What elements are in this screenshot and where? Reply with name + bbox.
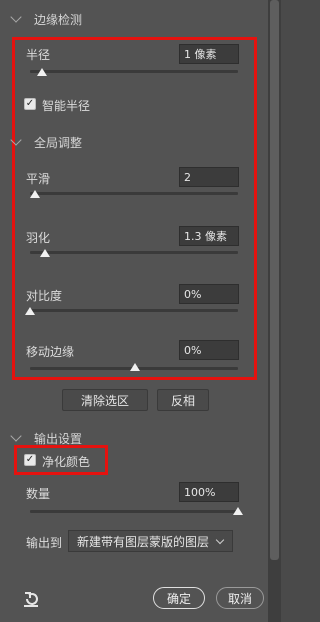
feather-slider-thumb[interactable] — [40, 249, 50, 257]
chevron-down-icon — [10, 134, 22, 146]
feather-slider-track[interactable] — [30, 251, 238, 254]
amount-input[interactable]: 100% — [179, 482, 239, 502]
output-to-label: 输出到 — [26, 536, 63, 550]
chevron-down-icon — [215, 535, 225, 544]
decontaminate-checkbox[interactable]: ✓ — [24, 454, 36, 466]
smooth-label: 平滑 — [26, 172, 51, 186]
smart-radius-label: 智能半径 — [42, 99, 91, 113]
section-title: 输出设置 — [34, 431, 83, 446]
shift-edge-slider-thumb[interactable] — [130, 363, 140, 371]
scrollbar-thumb[interactable] — [270, 0, 279, 560]
radius-input[interactable]: 1 像素 — [179, 44, 239, 64]
contrast-input[interactable]: 0% — [179, 284, 239, 304]
section-global-refine[interactable]: 全局调整 — [10, 133, 83, 151]
amount-slider-thumb[interactable] — [233, 507, 243, 515]
amount-label: 数量 — [26, 487, 51, 501]
smooth-input[interactable]: 2 — [179, 167, 239, 187]
section-title: 边缘检测 — [34, 12, 83, 27]
smart-radius-checkbox[interactable]: ✓ — [24, 98, 36, 110]
decontaminate-label: 净化颜色 — [42, 455, 91, 469]
invert-button[interactable]: 反相 — [157, 389, 209, 411]
reset-icon[interactable] — [22, 589, 42, 609]
output-to-value: 新建带有图层蒙版的图层 — [77, 534, 210, 549]
clear-selection-button[interactable]: 清除选区 — [62, 389, 148, 411]
feather-input[interactable]: 1.3 像素 — [179, 226, 239, 246]
chevron-down-icon — [10, 430, 22, 442]
highlight-box-adjustments — [12, 37, 257, 380]
contrast-slider-track[interactable] — [30, 309, 238, 312]
section-edge-detection[interactable]: 边缘检测 — [10, 10, 83, 28]
radius-label: 半径 — [26, 48, 51, 62]
smooth-slider-thumb[interactable] — [30, 190, 40, 198]
radius-slider-thumb[interactable] — [37, 68, 47, 76]
feather-label: 羽化 — [26, 231, 51, 245]
cancel-button[interactable]: 取消 — [216, 587, 264, 609]
shift-edge-label: 移动边缘 — [26, 345, 75, 359]
chevron-down-icon — [10, 11, 22, 23]
radius-slider-track[interactable] — [30, 70, 238, 73]
output-to-select[interactable]: 新建带有图层蒙版的图层 — [68, 530, 233, 552]
section-title: 全局调整 — [34, 135, 83, 150]
amount-slider-track[interactable] — [30, 510, 238, 513]
shift-edge-input[interactable]: 0% — [179, 340, 239, 360]
ok-button[interactable]: 确定 — [153, 587, 205, 609]
contrast-slider-thumb[interactable] — [25, 307, 35, 315]
smooth-slider-track[interactable] — [30, 192, 238, 195]
contrast-label: 对比度 — [26, 289, 63, 303]
